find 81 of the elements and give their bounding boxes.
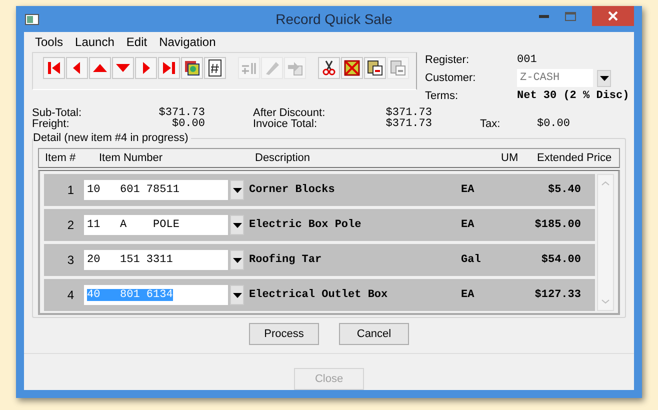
invoice-total-value: $371.73 — [384, 119, 432, 130]
toolbar-button[interactable] — [181, 57, 203, 79]
dropdown-button[interactable] — [597, 70, 611, 86]
invoice-total-label: Invoice Total: — [252, 119, 318, 130]
menu-item[interactable]: Tools — [35, 35, 64, 49]
document-search-icon — [183, 59, 201, 77]
column-header: Item Number — [98, 152, 164, 164]
um-cell-text: Gal — [461, 254, 482, 266]
column-header: Description — [254, 152, 312, 164]
tax-value: $0.00 — [536, 119, 570, 130]
terms-label: Terms: — [425, 90, 459, 102]
price-cell-text: $54.00 — [540, 254, 581, 266]
um-cell-text: EA — [461, 219, 476, 231]
after-discount-label: After Discount: — [252, 108, 326, 119]
column-header: Extended Price — [536, 152, 613, 164]
column-header: Item # — [44, 152, 77, 164]
subtotal-label: Sub-Total: — [32, 108, 83, 119]
dropdown-button[interactable] — [230, 215, 244, 235]
app-icon — [25, 14, 39, 24]
description-cell-text: Corner Blocks — [249, 184, 336, 196]
hash-document-icon — [206, 59, 224, 77]
terms-value: Net 30 (2 % Disc) — [517, 90, 630, 102]
caret-icon — [232, 258, 242, 262]
toolbar-button[interactable] — [318, 57, 340, 79]
freight-value: $0.00 — [170, 119, 205, 130]
menu-item[interactable]: Edit — [126, 35, 148, 49]
item-number-cell-text: 1 — [66, 183, 75, 197]
chevron-up-icon — [601, 181, 610, 186]
window-title: Record Quick Sale — [274, 11, 394, 27]
caret-icon — [232, 292, 242, 298]
scissors-icon — [320, 59, 338, 77]
chevron-down-icon — [601, 299, 610, 304]
scrollbar[interactable] — [597, 174, 614, 311]
action-button[interactable]: Cancel — [339, 323, 409, 345]
item-number-cell-text: 4 — [66, 288, 75, 302]
toolbar-button[interactable] — [204, 57, 226, 79]
copy-arrow-icon — [286, 59, 304, 77]
item-number-field[interactable]: 11 A POLE — [84, 215, 228, 235]
group-title: Detail (new item #4 in progress) — [33, 132, 192, 144]
crossed-box-icon — [343, 59, 361, 77]
freight-label: Freight: — [32, 119, 70, 130]
toolbar-button[interactable] — [341, 57, 363, 79]
dropdown-button[interactable] — [230, 180, 244, 200]
dropdown-button[interactable] — [230, 250, 244, 270]
paste-icon — [389, 59, 407, 77]
price-cell-text: $185.00 — [534, 219, 581, 231]
paste-icon — [366, 59, 384, 77]
close-button[interactable] — [592, 6, 634, 26]
toolbar-button[interactable] — [364, 57, 386, 79]
register-label: Register: — [425, 54, 470, 66]
item-number-cell-text: 2 — [66, 218, 75, 232]
first-record-icon — [45, 59, 63, 77]
caret-icon — [232, 222, 242, 228]
customer-label: Customer: — [425, 72, 477, 84]
action-button[interactable]: Process — [249, 323, 319, 345]
last-record-icon — [160, 59, 178, 77]
item-number-cell-text: 3 — [66, 253, 75, 267]
customer-field[interactable]: Z-CASH — [517, 69, 593, 87]
caret-icon — [600, 76, 608, 80]
um-cell-text: EA — [461, 289, 476, 301]
caret-icon — [232, 188, 242, 192]
description-cell-text: Electrical Outlet Box — [249, 289, 389, 301]
column-header: UM — [500, 152, 520, 164]
close-icon — [608, 11, 618, 21]
price-cell-text: $5.40 — [546, 184, 581, 196]
um-cell-text: EA — [461, 184, 476, 196]
subtotal-value: $371.73 — [158, 108, 205, 119]
menu-item[interactable]: Navigation — [159, 35, 216, 49]
maximize-icon[interactable] — [565, 12, 576, 20]
menu-item[interactable]: Launch — [75, 35, 114, 49]
item-number-field[interactable]: 10 601 78511 — [84, 180, 228, 200]
tax-label: Tax: — [479, 119, 502, 130]
after-discount-value: $371.73 — [384, 108, 432, 119]
minimize-icon[interactable] — [539, 14, 549, 18]
item-number-field[interactable]: 20 151 3311 — [84, 250, 228, 270]
dropdown-button[interactable] — [230, 285, 244, 305]
price-cell-text: $127.33 — [534, 289, 581, 301]
register-value: 001 — [517, 54, 538, 66]
description-cell-text: Roofing Tar — [249, 254, 323, 266]
description-cell-text: Electric Box Pole — [249, 219, 362, 231]
eraser-icon — [263, 59, 281, 77]
